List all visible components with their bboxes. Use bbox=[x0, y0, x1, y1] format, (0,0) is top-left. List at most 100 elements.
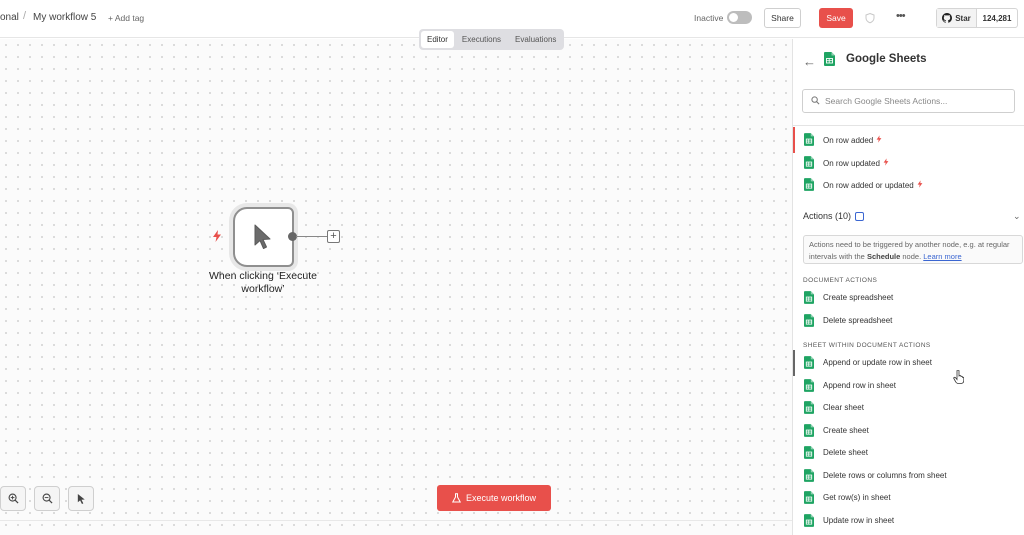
tab-evaluations[interactable]: Evaluations bbox=[509, 31, 562, 48]
action-item-label: Delete sheet bbox=[823, 448, 868, 457]
back-arrow-icon[interactable]: ← bbox=[803, 54, 816, 69]
actions-heading: Actions (10) bbox=[803, 211, 852, 221]
google-sheets-icon bbox=[804, 513, 814, 527]
github-star-label: Star bbox=[955, 13, 971, 23]
google-sheets-icon bbox=[804, 356, 814, 369]
notice-bold: Schedule bbox=[866, 251, 901, 261]
google-sheets-icon bbox=[804, 468, 814, 482]
zoom-in-icon bbox=[8, 493, 19, 504]
action-item-label: Create spreadsheet bbox=[823, 293, 894, 302]
more-options-icon[interactable]: ••• bbox=[896, 10, 906, 22]
google-sheets-icon bbox=[804, 155, 814, 169]
actions-section-header[interactable]: Actions (10) bbox=[803, 211, 865, 221]
mouse-pointer-icon bbox=[254, 224, 271, 249]
google-sheets-icon bbox=[804, 491, 814, 504]
action-item[interactable]: Create sheet bbox=[793, 421, 1024, 441]
trigger-bolt-icon bbox=[917, 180, 923, 188]
action-item-label: Delete rows or columns from sheet bbox=[823, 470, 947, 480]
share-button[interactable]: Share bbox=[764, 8, 801, 28]
action-item[interactable]: Delete spreadsheet bbox=[793, 311, 1024, 331]
google-sheets-icon bbox=[804, 423, 814, 437]
learn-more-link[interactable]: Learn more bbox=[923, 252, 961, 261]
tab-executions[interactable]: Executions bbox=[456, 31, 507, 48]
breadcrumb-project[interactable]: onal bbox=[0, 12, 19, 23]
workflow-canvas[interactable]: Editor Executions Evaluations + When cli… bbox=[0, 29, 792, 535]
action-item[interactable]: Get row(s) in sheet bbox=[793, 488, 1024, 508]
execute-workflow-button[interactable]: Execute workflow bbox=[437, 485, 551, 511]
zoom-out-button[interactable] bbox=[34, 486, 60, 511]
view-tabs: Editor Executions Evaluations bbox=[419, 29, 565, 50]
notice-text-2: node. bbox=[902, 251, 922, 261]
actions-notice: Actions need to be triggered by another … bbox=[803, 235, 1023, 264]
action-item-label: Clear sheet bbox=[823, 403, 864, 412]
active-status-label: Inactive bbox=[694, 13, 724, 23]
toggle-knob bbox=[729, 13, 738, 22]
github-star-count[interactable]: 124,281 bbox=[977, 9, 1017, 27]
info-icon bbox=[855, 211, 865, 221]
wand-icon bbox=[77, 493, 85, 504]
zoom-out-icon bbox=[42, 493, 53, 504]
search-input[interactable] bbox=[825, 92, 1010, 110]
google-sheets-icon bbox=[824, 52, 835, 66]
github-star-button[interactable]: Star bbox=[937, 9, 977, 27]
trigger-item[interactable]: On row updated bbox=[793, 153, 1024, 173]
sheet-actions-label: SHEET WITHIN DOCUMENT ACTIONS bbox=[803, 342, 931, 349]
node-creator-panel: ← Google Sheets On row added On row upda… bbox=[792, 39, 1024, 535]
manual-trigger-node[interactable] bbox=[233, 207, 294, 267]
canvas-bottom-divider bbox=[0, 520, 792, 521]
action-item[interactable]: Append or update row in sheet bbox=[793, 350, 1024, 376]
trigger-bolt-icon bbox=[883, 157, 889, 166]
flask-icon bbox=[451, 493, 461, 503]
execute-workflow-label: Execute workflow bbox=[465, 493, 537, 503]
google-sheets-icon bbox=[804, 378, 814, 392]
action-item-label: Get row(s) in sheet bbox=[823, 493, 891, 502]
trigger-bolt-icon bbox=[876, 135, 882, 143]
zoom-in-button[interactable] bbox=[0, 486, 26, 511]
trigger-item-label: On row added bbox=[823, 136, 874, 145]
trigger-item[interactable]: On row added bbox=[793, 127, 1024, 153]
google-sheets-icon bbox=[804, 446, 814, 459]
action-item[interactable]: Append row in sheet bbox=[793, 376, 1024, 396]
trigger-item[interactable]: On row added or updated bbox=[793, 175, 1024, 195]
action-item[interactable]: Create spreadsheet bbox=[793, 288, 1024, 308]
github-icon bbox=[942, 13, 953, 23]
action-item[interactable]: Delete rows or columns from sheet bbox=[793, 466, 1024, 486]
node-label-line-1: When clicking ‘Execute bbox=[209, 270, 317, 282]
google-sheets-icon bbox=[804, 401, 814, 414]
action-item[interactable]: Update row in sheet bbox=[793, 511, 1024, 531]
action-item-label: Update row in sheet bbox=[823, 515, 895, 525]
panel-title: Google Sheets bbox=[846, 53, 927, 65]
search-divider bbox=[793, 125, 1024, 126]
tidy-up-button[interactable] bbox=[68, 486, 94, 511]
tab-editor[interactable]: Editor bbox=[421, 31, 454, 48]
trigger-bolt-icon bbox=[213, 230, 221, 242]
add-tag-button[interactable]: + Add tag bbox=[108, 13, 144, 23]
hand-cursor-icon bbox=[953, 370, 964, 384]
trigger-item-label: On row updated bbox=[823, 158, 880, 168]
add-node-button[interactable]: + bbox=[327, 230, 340, 243]
action-item-label: Delete spreadsheet bbox=[823, 316, 893, 325]
action-item-label: Create sheet bbox=[823, 425, 869, 435]
workflow-name[interactable]: My workflow 5 bbox=[33, 12, 96, 23]
action-item-label: Append or update row in sheet bbox=[823, 358, 932, 367]
document-actions-label: DOCUMENT ACTIONS bbox=[803, 277, 878, 284]
search-icon bbox=[811, 96, 820, 105]
save-button[interactable]: Save bbox=[819, 8, 853, 28]
google-sheets-icon bbox=[804, 291, 814, 304]
node-label: When clicking ‘Execute workflow’ bbox=[198, 270, 328, 296]
google-sheets-icon bbox=[804, 314, 814, 327]
action-item-label: Append row in sheet bbox=[823, 380, 896, 390]
node-connector-line bbox=[296, 236, 327, 237]
history-icon[interactable] bbox=[864, 12, 876, 24]
search-box bbox=[802, 89, 1015, 113]
trigger-item-label: On row added or updated bbox=[823, 181, 914, 190]
github-star-widget[interactable]: Star 124,281 bbox=[936, 8, 1018, 28]
action-item[interactable]: Delete sheet bbox=[793, 443, 1024, 463]
breadcrumb-separator: / bbox=[23, 10, 27, 22]
google-sheets-icon bbox=[804, 133, 814, 146]
chevron-down-icon[interactable]: ⌄ bbox=[1013, 211, 1021, 222]
active-toggle[interactable] bbox=[727, 11, 752, 24]
node-label-line-2: workflow’ bbox=[241, 283, 285, 295]
action-item[interactable]: Clear sheet bbox=[793, 398, 1024, 418]
google-sheets-icon bbox=[804, 178, 814, 191]
